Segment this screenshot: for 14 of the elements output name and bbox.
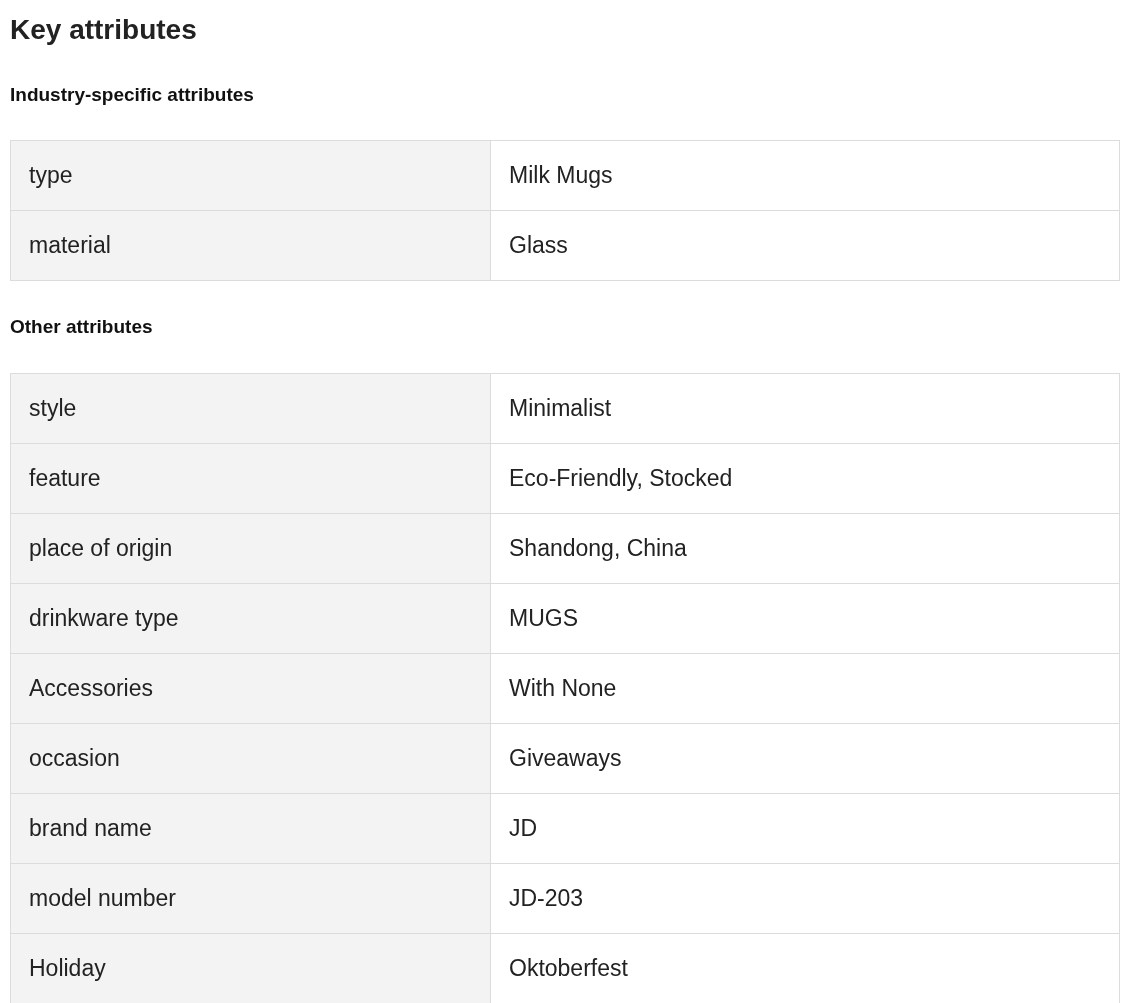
section-title: Key attributes xyxy=(10,13,198,47)
attribute-name-cell: Accessories xyxy=(11,654,491,724)
subsection-heading: Other attributes xyxy=(10,315,154,339)
attribute-name-cell: style xyxy=(11,374,491,444)
attribute-name-cell: material xyxy=(11,211,491,281)
attribute-name-cell: model number xyxy=(11,864,491,934)
attribute-name-cell: drinkware type xyxy=(11,584,491,654)
attribute-name-cell: Holiday xyxy=(11,934,491,1003)
attribute-name-cell: occasion xyxy=(11,724,491,794)
subsection-heading: Industry-specific attributes xyxy=(10,83,255,107)
attribute-name-cell: feature xyxy=(11,444,491,514)
attribute-name-cell: type xyxy=(11,141,491,211)
attribute-name-cell: place of origin xyxy=(11,514,491,584)
attribute-name-cell: brand name xyxy=(11,794,491,864)
